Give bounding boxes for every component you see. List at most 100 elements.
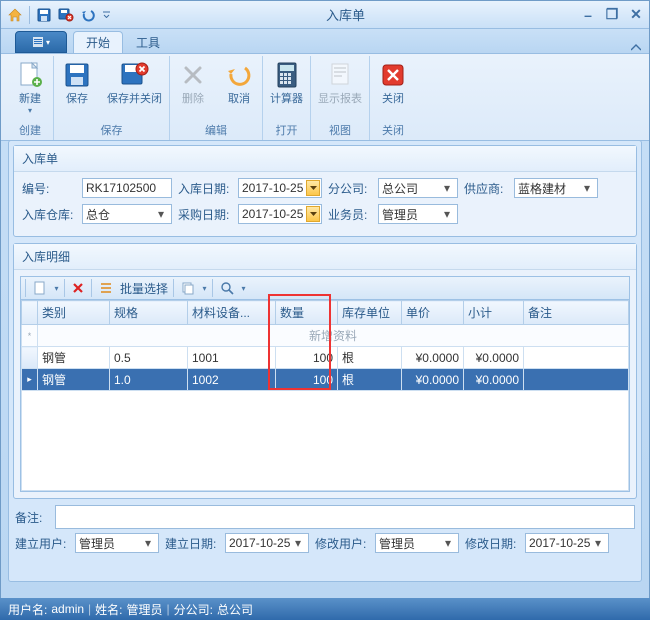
qat-save-icon[interactable] xyxy=(34,5,54,25)
close-window-button[interactable]: ✕ xyxy=(627,6,645,24)
grid-toolbar: ▾ 批量选择 ▾ ▾ xyxy=(20,276,630,300)
field-modify-user[interactable]: 管理员▾ xyxy=(375,533,459,553)
delete-button[interactable]: 删除 xyxy=(170,56,216,109)
col-spec[interactable]: 规格 xyxy=(110,301,188,325)
grid-new-row-icon[interactable] xyxy=(29,278,51,298)
table-row[interactable]: 钢管 0.5 1001 100 根 ¥0.0000 ¥0.0000 xyxy=(22,347,629,369)
qat-home-icon[interactable] xyxy=(5,5,25,25)
new-button[interactable]: 新建 ▾ xyxy=(7,56,53,118)
ribbon-group-create: 新建 ▾ 创建 xyxy=(7,56,54,140)
cancel-label: 取消 xyxy=(228,93,250,106)
save-close-label: 保存并关闭 xyxy=(107,93,162,106)
field-warehouse[interactable]: 总仓▾ xyxy=(82,204,172,224)
field-doc-no[interactable]: RK17102500 xyxy=(82,178,172,198)
ribbon-pin-icon[interactable] xyxy=(623,43,649,53)
qat-customize-icon[interactable] xyxy=(100,11,112,18)
field-modify-date[interactable]: 2017-10-25▾ xyxy=(525,533,609,553)
report-icon xyxy=(324,59,356,91)
grid-search-icon[interactable] xyxy=(216,278,238,298)
field-branch[interactable]: 总公司▾ xyxy=(378,178,458,198)
chevron-down-icon[interactable]: ▾ xyxy=(440,181,454,195)
chevron-down-icon[interactable]: ▾ xyxy=(52,284,61,293)
window-controls: – ❐ ✕ xyxy=(579,6,645,24)
group-close-title: 关闭 xyxy=(370,121,416,139)
header-panel: 入库单 编号: RK17102500 入库日期: 2017-10-25 分公司:… xyxy=(13,145,637,237)
group-edit-title: 编辑 xyxy=(170,121,262,139)
chevron-down-icon[interactable]: ▾ xyxy=(291,536,305,550)
ribbon-group-open: 计算器 打开 xyxy=(263,56,311,140)
col-subtotal[interactable]: 小计 xyxy=(464,301,524,325)
chevron-down-icon[interactable]: ▾ xyxy=(200,284,209,293)
show-report-button[interactable]: 显示报表 xyxy=(311,56,369,109)
remark-input[interactable] xyxy=(55,505,635,529)
new-row[interactable]: * 新增资料 xyxy=(22,325,629,347)
table-row[interactable]: ▸ 钢管 1.0 1002 100 根 ¥0.0000 ¥0.0000 xyxy=(22,369,629,391)
status-branch: 总公司 xyxy=(217,601,253,618)
field-create-user[interactable]: 管理员▾ xyxy=(75,533,159,553)
col-material[interactable]: 材料设备... xyxy=(188,301,276,325)
report-label: 显示报表 xyxy=(318,93,362,106)
undo-icon xyxy=(223,59,255,91)
ribbon-group-view: 显示报表 视图 xyxy=(311,56,370,140)
label-branch: 分公司: xyxy=(328,180,372,197)
tab-tools[interactable]: 工具 xyxy=(123,31,173,53)
col-remark[interactable]: 备注 xyxy=(524,301,629,325)
col-price[interactable]: 单价 xyxy=(402,301,464,325)
field-purchase-date[interactable]: 2017-10-25 xyxy=(238,204,322,224)
grid-delete-icon[interactable] xyxy=(68,278,88,298)
chevron-down-icon[interactable]: ▾ xyxy=(239,284,248,293)
field-clerk[interactable]: 管理员▾ xyxy=(378,204,458,224)
chevron-down-icon[interactable]: ▾ xyxy=(580,181,594,195)
ribbon: 新建 ▾ 创建 保存 保存并关闭 保存 删除 取消 xyxy=(1,53,649,141)
field-create-date[interactable]: 2017-10-25▾ xyxy=(225,533,309,553)
batch-select-button[interactable]: 批量选择 xyxy=(118,280,170,297)
footer-meta: 建立用户: 管理员▾ 建立日期: 2017-10-25▾ 修改用户: 管理员▾ … xyxy=(13,529,637,553)
chevron-down-icon[interactable] xyxy=(306,180,320,196)
chevron-down-icon[interactable]: ▾ xyxy=(440,207,454,221)
file-tab[interactable]: ▾ xyxy=(15,31,67,53)
group-create-title: 创建 xyxy=(7,121,53,139)
qat-separator xyxy=(29,6,30,24)
status-branch-label: 分公司: xyxy=(174,601,213,618)
status-bar: 用户名: admin | 姓名: 管理员 | 分公司: 总公司 xyxy=(0,598,650,620)
new-row-hint: 新增资料 xyxy=(38,325,629,347)
ribbon-tabs: ▾ 开始 工具 xyxy=(1,29,649,53)
field-supplier[interactable]: 蓝格建材▾ xyxy=(514,178,598,198)
row-selector-header[interactable] xyxy=(22,301,38,325)
minimize-button[interactable]: – xyxy=(579,6,597,24)
label-supplier: 供应商: xyxy=(464,180,508,197)
qat-undo-icon[interactable] xyxy=(78,5,98,25)
qat-save-close-icon[interactable] xyxy=(56,5,76,25)
calculator-label: 计算器 xyxy=(270,93,303,106)
ribbon-close-button[interactable]: 关闭 xyxy=(370,56,416,109)
grid[interactable]: 类别 规格 材料设备... 数量 库存单位 单价 小计 备注 * 新增资料 xyxy=(20,300,630,492)
chevron-down-icon[interactable]: ▾ xyxy=(154,207,168,221)
save-button[interactable]: 保存 xyxy=(54,56,100,109)
col-category[interactable]: 类别 xyxy=(38,301,110,325)
col-unit[interactable]: 库存单位 xyxy=(338,301,402,325)
field-in-date[interactable]: 2017-10-25 xyxy=(238,178,322,198)
group-save-title: 保存 xyxy=(54,121,169,139)
restore-button[interactable]: ❐ xyxy=(603,6,621,24)
label-purchase-date: 采购日期: xyxy=(178,206,232,223)
save-close-button[interactable]: 保存并关闭 xyxy=(100,56,169,109)
grid-copy-icon[interactable] xyxy=(177,278,199,298)
label-doc-no: 编号: xyxy=(22,180,76,197)
label-modify-date: 修改日期: xyxy=(465,535,519,552)
chevron-down-icon[interactable] xyxy=(306,206,320,222)
close-label: 关闭 xyxy=(382,93,404,106)
chevron-down-icon[interactable]: ▾ xyxy=(441,536,455,550)
save-icon xyxy=(61,59,93,91)
label-remark: 备注: xyxy=(15,509,49,526)
grid-empty-area xyxy=(21,391,629,491)
label-clerk: 业务员: xyxy=(328,206,372,223)
new-icon xyxy=(14,59,46,91)
cancel-button[interactable]: 取消 xyxy=(216,56,262,109)
chevron-down-icon[interactable]: ▾ xyxy=(591,536,605,550)
chevron-down-icon[interactable]: ▾ xyxy=(141,536,155,550)
label-create-user: 建立用户: xyxy=(15,535,69,552)
col-qty[interactable]: 数量 xyxy=(276,301,338,325)
calculator-button[interactable]: 计算器 xyxy=(263,56,310,109)
grid-list-icon[interactable] xyxy=(95,278,117,298)
tab-start[interactable]: 开始 xyxy=(73,31,123,53)
